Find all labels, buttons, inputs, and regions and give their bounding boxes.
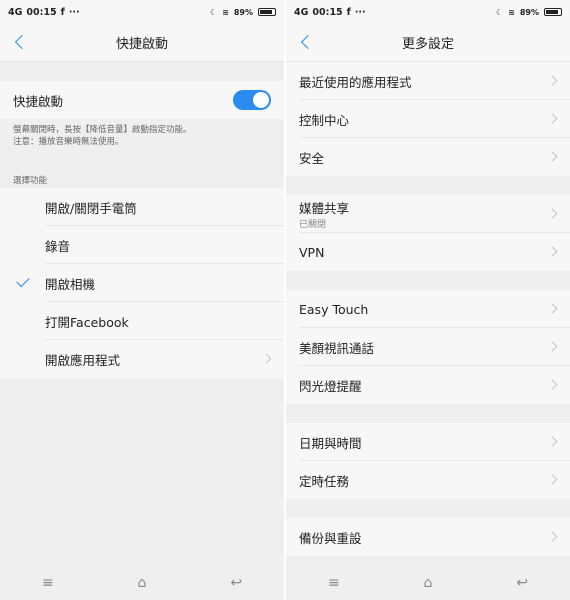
more-notifications-icon: ··· (68, 6, 80, 18)
option-label: 錄音 (45, 238, 71, 254)
facebook-notification-icon: f (60, 6, 65, 18)
section-label: 選擇功能 (13, 176, 48, 186)
description-line: 注意：播放音樂時無法使用。 (13, 137, 124, 147)
status-bar: 4G 00:15 f ··· ☾ ≋ 89% (0, 0, 284, 24)
row-label: 最近使用的應用程式 (299, 74, 412, 90)
settings-row[interactable]: Easy Touch (286, 290, 570, 328)
facebook-notification-icon: f (346, 6, 351, 18)
row-label: VPN (299, 244, 325, 260)
option-label: 開啟應用程式 (45, 352, 121, 368)
clock: 00:15 (312, 6, 343, 18)
quick-launch-row: 快捷啟動 (0, 81, 284, 119)
description-line: 螢幕關閉時，長按【降低音量】啟動指定功能。 (13, 125, 192, 135)
chevron-right-icon (547, 208, 558, 219)
chevron-right-icon (547, 531, 558, 542)
back-icon[interactable] (300, 34, 310, 50)
network-indicator: 4G (8, 6, 23, 18)
header: 快捷啟動 (0, 24, 284, 62)
chevron-right-icon (547, 75, 558, 86)
home-icon[interactable]: ⌂ (424, 575, 433, 591)
option-record[interactable]: 錄音 (0, 226, 284, 264)
nav-bar: ≡ ⌂ ↩ (286, 566, 570, 600)
settings-row[interactable]: 閃光燈提醒 (286, 366, 570, 404)
settings-row[interactable]: 備份與重設 (286, 518, 570, 556)
settings-row[interactable]: 日期與時間 (286, 423, 570, 461)
back-nav-icon[interactable]: ↩ (516, 575, 528, 591)
settings-row[interactable]: 安全 (286, 138, 570, 176)
row-label: 媒體共享 (299, 201, 350, 216)
wifi-icon: ≋ (508, 7, 515, 17)
chevron-right-icon (547, 113, 558, 124)
moon-icon: ☾ (495, 7, 504, 17)
option-label: 打開Facebook (45, 314, 129, 330)
clock: 00:15 (26, 6, 57, 18)
wifi-icon: ≋ (222, 7, 229, 17)
quick-launch-label: 快捷啟動 (13, 93, 64, 109)
chevron-right-icon (547, 341, 558, 352)
moon-icon: ☾ (209, 7, 218, 17)
back-nav-icon[interactable]: ↩ (230, 575, 242, 591)
row-sublabel: 已關閉 (299, 220, 327, 230)
chevron-right-icon (547, 379, 558, 390)
settings-row[interactable]: 控制中心 (286, 100, 570, 138)
home-icon[interactable]: ⌂ (138, 575, 147, 591)
battery-percent: 89% (519, 7, 539, 17)
settings-row[interactable]: 媒體共享 已關閉 (286, 195, 570, 233)
option-open-app[interactable]: 開啟應用程式 (0, 340, 284, 378)
row-label: Easy Touch (299, 301, 369, 317)
chevron-right-icon (261, 353, 272, 364)
chevron-right-icon (547, 303, 558, 314)
page-title: 快捷啟動 (115, 37, 168, 52)
row-label: 日期與時間 (299, 435, 362, 451)
chevron-right-icon (547, 151, 558, 162)
page-title: 更多設定 (401, 37, 454, 52)
settings-row[interactable]: 定時任務 (286, 461, 570, 499)
description: 螢幕關閉時，長按【降低音量】啟動指定功能。 注意：播放音樂時無法使用。 (0, 119, 284, 174)
option-label: 開啟相機 (45, 276, 96, 292)
chevron-right-icon (547, 246, 558, 257)
menu-icon[interactable]: ≡ (328, 575, 340, 591)
settings-row[interactable]: 最近使用的應用程式 (286, 62, 570, 100)
option-facebook[interactable]: 打開Facebook (0, 302, 284, 340)
row-label: 美顏視訊通話 (299, 340, 375, 356)
row-label: 控制中心 (299, 112, 350, 128)
settings-row[interactable]: 美顏視訊通話 (286, 328, 570, 366)
battery-percent: 89% (233, 7, 253, 17)
chevron-right-icon (547, 436, 558, 447)
right-screen: 4G 00:15 f ··· ☾ ≋ 89% 更多設定 最近使用的應用程式 控制中心安全媒體… (286, 0, 570, 600)
header: 更多設定 (286, 24, 570, 62)
status-bar: 4G 00:15 f ··· ☾ ≋ 89% (286, 0, 570, 24)
chevron-right-icon (547, 474, 558, 485)
quick-launch-toggle[interactable] (233, 90, 271, 110)
left-screen: 4G 00:15 f ··· ☾ ≋ 89% 快捷啟動 快捷啟動 螢幕關閉時，長按【降低音… (0, 0, 284, 600)
option-flashlight[interactable]: 開啟/關閉手電筒 (0, 188, 284, 226)
battery-icon (544, 8, 562, 16)
nav-bar: ≡ ⌂ ↩ (0, 566, 284, 600)
settings-row[interactable]: VPN (286, 233, 570, 271)
menu-icon[interactable]: ≡ (42, 575, 54, 591)
row-label: 安全 (299, 150, 325, 166)
battery-icon (258, 8, 276, 16)
row-label: 定時任務 (299, 473, 350, 489)
network-indicator: 4G (294, 6, 309, 18)
option-camera[interactable]: 開啟相機 (0, 264, 284, 302)
back-icon[interactable] (14, 34, 24, 50)
row-label: 備份與重設 (299, 530, 362, 546)
more-notifications-icon: ··· (354, 6, 366, 18)
option-label: 開啟/關閉手電筒 (45, 200, 137, 216)
row-label: 閃光燈提醒 (299, 378, 362, 394)
